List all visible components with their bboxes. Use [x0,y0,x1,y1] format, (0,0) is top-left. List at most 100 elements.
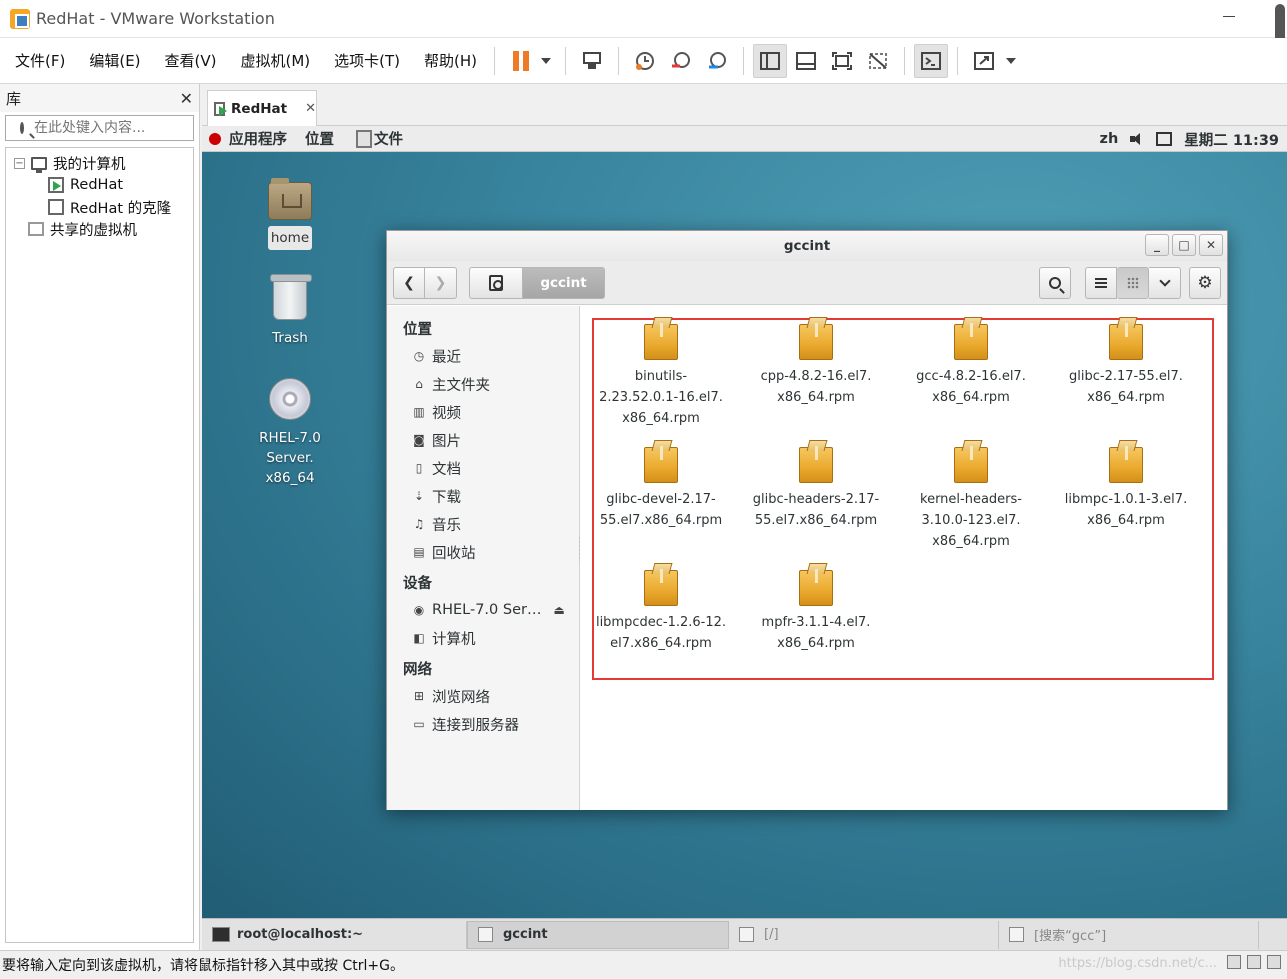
unity-button[interactable] [861,44,895,78]
pause-button[interactable] [504,44,538,78]
close-button[interactable]: ✕ [1199,234,1223,256]
file-item[interactable]: libmpcdec-1.2.6-12. el7.x86_64.rpm [586,569,736,654]
grid-view-button[interactable] [1117,267,1149,299]
power-dropdown-icon[interactable] [541,57,552,64]
full-screen-button[interactable] [825,44,859,78]
file-item[interactable]: glibc-devel-2.17- 55.el7.x86_64.rpm [586,446,736,531]
show-library-button[interactable] [753,43,788,78]
revert-snapshot-button[interactable] [664,44,698,78]
hard-disk-icon[interactable] [1227,955,1241,969]
usb-icon[interactable] [1267,955,1281,969]
tree-item-label: 我的计算机 [53,156,126,173]
applications-menu[interactable]: 应用程序 [229,128,287,149]
sidebar-item-computer[interactable]: ◧ 计算机 [387,624,579,652]
volume-icon[interactable] [1130,133,1144,145]
taskbar-item-gccint[interactable]: gccint [467,920,729,949]
vmware-title-bar: RedHat - VMware Workstation [0,0,1287,76]
music-icon: ♫ [413,517,425,531]
file-item[interactable]: gcc-4.8.2-16.el7. x86_64.rpm [896,323,1046,408]
file-grid[interactable]: binutils- 2.23.52.0.1-16.el7. x86_64.rpm… [580,306,1227,810]
taskbar-item-root-dir[interactable]: [/] [729,920,999,949]
stretch-dropdown-icon[interactable] [1006,57,1017,64]
send-ctrl-alt-del-button[interactable] [575,44,609,78]
network-adapter-icon[interactable] [1247,955,1261,969]
menu-edit[interactable]: 编辑(E) [80,50,149,71]
library-header: 库 ✕ [0,84,199,112]
sidebar-item-documents[interactable]: ▯ 文档 [387,454,579,482]
desktop-icon-home[interactable]: home [235,178,345,250]
eject-icon[interactable]: ⏏ [553,603,564,617]
file-item[interactable]: kernel-headers- 3.10.0-123.el7. x86_64.r… [896,446,1046,552]
maximize-button[interactable]: □ [1172,234,1196,256]
desktop-icon-dvd[interactable]: RHEL-7.0 Server. x86_64 [235,378,345,490]
places-sidebar: 位置 ◷ 最近 ⌂ 主文件夹 ▥ 视频 ◙ 图片 ▯ 文档 ⇣ 下载 ♫ 音乐 ▤ 回收站 设备… [387,306,582,810]
files-icon [356,129,372,148]
input-method-indicator[interactable]: zh [1100,131,1119,147]
sidebar-item-label: 主文件夹 [432,377,490,394]
sidebar-item-browse-network[interactable]: ⊞ 浏览网络 [387,682,579,710]
menu-tabs[interactable]: 选项卡(T) [325,50,409,71]
list-view-button[interactable] [1085,267,1117,299]
location-button[interactable] [469,266,523,299]
network-icon[interactable] [1156,132,1173,146]
minimize-button[interactable]: _ [1145,234,1169,256]
stretch-guest-button[interactable] [967,44,1001,78]
settings-button[interactable]: ⚙ [1189,267,1221,299]
sidebar-item-recent[interactable]: ◷ 最近 [387,342,579,370]
snapshot-manager-button[interactable] [700,44,734,78]
files-app-menu[interactable]: 文件 [356,128,403,149]
file-item[interactable]: glibc-headers-2.17- 55.el7.x86_64.rpm [741,446,891,531]
menu-help[interactable]: 帮助(H) [415,50,486,71]
minimize-icon[interactable] [1223,16,1235,17]
console-view-button[interactable] [914,43,949,78]
sidebar-item-pictures[interactable]: ◙ 图片 [387,426,579,454]
collapse-icon[interactable]: − [14,157,25,169]
file-item[interactable]: binutils- 2.23.52.0.1-16.el7. x86_64.rpm [586,323,736,429]
view-options-button[interactable] [1149,267,1181,299]
places-menu[interactable]: 位置 [305,128,334,149]
tree-item-shared-vms[interactable]: 共享的虚拟机 [6,218,193,240]
tree-item-vm-redhat[interactable]: RedHat [6,174,193,196]
path-segment-current[interactable]: gccint [523,266,605,299]
tree-item-vm-redhat-clone[interactable]: RedHat 的克隆 [6,196,193,218]
file-manager-body: 位置 ◷ 最近 ⌂ 主文件夹 ▥ 视频 ◙ 图片 ▯ 文档 ⇣ 下载 ♫ 音乐 ▤ 回收站 设备… [387,306,1227,810]
sidebar-item-videos[interactable]: ▥ 视频 [387,398,579,426]
sidebar-item-home[interactable]: ⌂ 主文件夹 [387,370,579,398]
snapshot-button[interactable] [628,44,662,78]
close-icon[interactable]: ✕ [180,89,193,108]
file-name: glibc-2.17-55.el7. x86_64.rpm [1069,369,1183,405]
menu-vm[interactable]: 虚拟机(M) [232,50,320,71]
menu-view[interactable]: 查看(V) [156,50,226,71]
tab-redhat[interactable]: RedHat ✕ [207,90,317,126]
file-item[interactable]: glibc-2.17-55.el7. x86_64.rpm [1051,323,1201,408]
desktop-icon-trash[interactable]: Trash [235,274,345,350]
clock[interactable]: 星期二 11:39 [1184,129,1279,150]
sidebar-item-connect-server[interactable]: ▭ 连接到服务器 [387,710,579,738]
sidebar-item-dvd-drive[interactable]: ◉ RHEL-7.0 Ser… ⏏ [387,596,579,624]
taskbar-item-search[interactable]: [搜索“gcc”] [999,920,1259,949]
window-title: RedHat - VMware Workstation [36,9,275,28]
close-tab-icon[interactable]: ✕ [305,101,316,116]
search-button[interactable] [1039,267,1071,299]
sidebar-item-trash[interactable]: ▤ 回收站 [387,538,579,566]
navigation-buttons: ❮ ❯ [393,266,457,299]
sidebar-item-downloads[interactable]: ⇣ 下载 [387,482,579,510]
back-button[interactable]: ❮ [393,266,425,299]
toolbar-separator [618,46,620,75]
sidebar-item-music[interactable]: ♫ 音乐 [387,510,579,538]
library-panel: 库 ✕ − 我的计算机 RedHat RedHat 的克隆 共享的虚拟机 [0,84,218,950]
file-item[interactable]: mpfr-3.1.1-4.el7. x86_64.rpm [741,569,891,654]
show-thumbnail-bar-button[interactable] [789,44,823,78]
file-item[interactable]: libmpc-1.0.1-3.el7. x86_64.rpm [1051,446,1201,531]
file-manager-toolbar: ❮ ❯ gccint ⚙ [387,261,1227,305]
vmware-logo-icon [10,8,30,29]
guest-screen[interactable]: 应用程序 位置 文件 zh 星期二 11:39 home Trash RHEL-… [202,126,1287,950]
file-manager-titlebar[interactable]: gccint _ □ ✕ [387,231,1227,261]
tree-item-my-computer[interactable]: − 我的计算机 [6,152,193,174]
library-search-input[interactable] [34,120,208,136]
desktop-icon-label: home [267,226,313,250]
menu-file[interactable]: 文件(F) [6,50,74,71]
taskbar-item-terminal[interactable]: root@localhost:~ [202,920,467,949]
forward-button[interactable]: ❯ [425,266,457,299]
file-item[interactable]: cpp-4.8.2-16.el7. x86_64.rpm [741,323,891,408]
